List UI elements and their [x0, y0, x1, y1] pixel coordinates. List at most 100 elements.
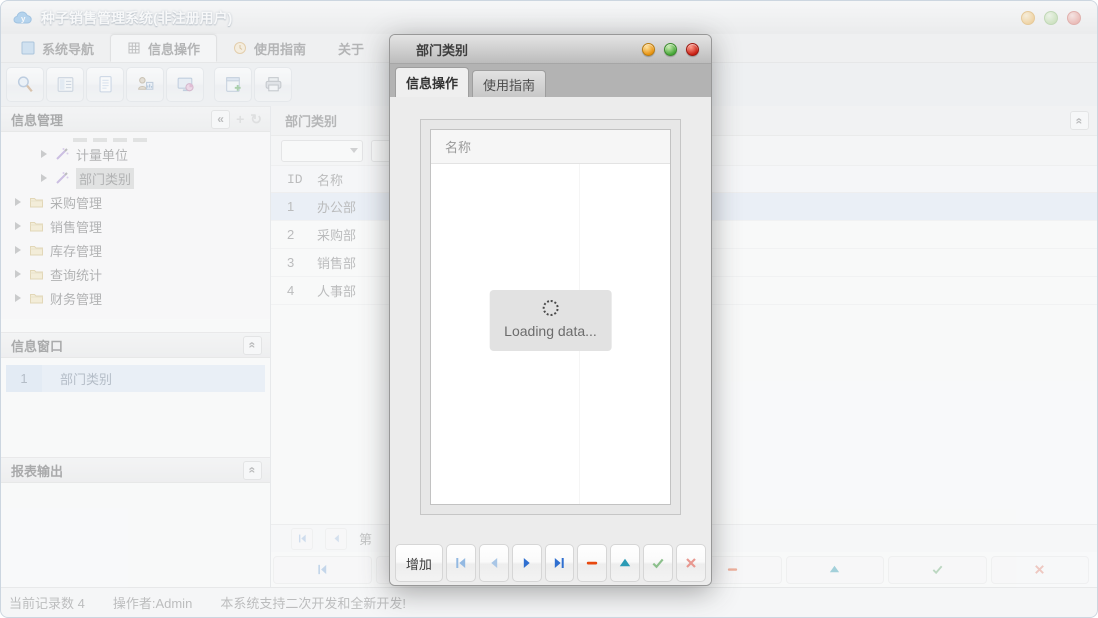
prev-page-icon	[487, 556, 501, 570]
dialog-table-header: 名称	[431, 130, 670, 164]
record-confirm-button[interactable]	[888, 556, 987, 584]
cell-name: 办公部	[317, 197, 356, 216]
content-title: 部门类别	[285, 111, 337, 130]
report-panel-title: 报表输出	[11, 461, 63, 480]
first-page-icon	[454, 556, 468, 570]
cell-name: 采购部	[317, 225, 356, 244]
report-panel-header: 报表输出 «	[1, 457, 270, 483]
prev-record-button[interactable]	[479, 544, 509, 582]
tree-item-label: 库存管理	[50, 241, 102, 260]
titlebar: y 种子销售管理系统(非注册用户)	[1, 1, 1097, 34]
window-item-number: 1	[6, 365, 42, 392]
dialog-title: 部门类别	[416, 40, 468, 59]
cell-id: 2	[271, 227, 317, 242]
refresh-icon[interactable]: ↻	[250, 111, 262, 128]
tree-item-stock[interactable]: 库存管理	[1, 238, 270, 262]
remove-record-button[interactable]	[577, 544, 607, 582]
tree-item-purchase[interactable]: 采购管理	[1, 190, 270, 214]
tree-item-label: 查询统计	[50, 265, 102, 284]
record-up-button[interactable]	[786, 556, 885, 584]
dialog-tab-usage-guide[interactable]: 使用指南	[472, 70, 546, 97]
info-panel-header: 信息管理 « + ↻	[1, 106, 270, 132]
dialog-tab-info-ops[interactable]: 信息操作	[395, 67, 469, 97]
search-button[interactable]	[6, 67, 44, 102]
user-report-button[interactable]	[126, 67, 164, 102]
tree-item-label: 财务管理	[50, 289, 102, 308]
chevron-down-icon	[350, 148, 358, 153]
tab-info-ops[interactable]: 信息操作	[110, 34, 217, 62]
tree-item-unit[interactable]: 计量单位	[1, 142, 270, 166]
collapse-content-button[interactable]: «	[1070, 111, 1089, 130]
page-first-button[interactable]	[291, 528, 313, 550]
dialog-body: 名称 Loading data...	[390, 97, 711, 539]
minimize-button[interactable]	[1021, 11, 1035, 25]
column-name: 名称	[317, 170, 343, 189]
filter-field-select[interactable]	[281, 140, 363, 162]
tree-item-finance[interactable]: 财务管理	[1, 286, 270, 310]
dialog-close-button[interactable]	[686, 43, 699, 56]
monitor-chart-button[interactable]	[166, 67, 204, 102]
close-button[interactable]	[1067, 11, 1081, 25]
expand-arrow-icon[interactable]	[41, 150, 47, 158]
prev-page-icon	[331, 533, 342, 544]
printer-icon	[263, 74, 284, 95]
wand-icon	[55, 171, 70, 185]
maximize-button[interactable]	[1044, 11, 1058, 25]
expand-arrow-icon[interactable]	[15, 198, 21, 206]
tab-about[interactable]: 关于	[322, 34, 380, 62]
sidebar: 信息管理 « + ↻ 计量单位 部门类别	[1, 106, 271, 587]
form-view-button[interactable]	[46, 67, 84, 102]
cancel-icon	[684, 556, 698, 570]
tree-item-sales[interactable]: 销售管理	[1, 214, 270, 238]
confirm-button[interactable]	[643, 544, 673, 582]
app-window: y 种子销售管理系统(非注册用户) 系统导航 信息操作 使用指南	[0, 0, 1098, 618]
last-record-button[interactable]	[545, 544, 575, 582]
tab-system-nav[interactable]: 系统导航	[5, 34, 110, 62]
expand-arrow-icon[interactable]	[41, 174, 47, 182]
page-prev-button[interactable]	[325, 528, 347, 550]
tree-item-query[interactable]: 查询统计	[1, 262, 270, 286]
loading-text: Loading data...	[504, 323, 597, 339]
collapse-report-button[interactable]: «	[243, 461, 262, 480]
add-button-label: 增加	[406, 554, 432, 573]
tab-usage-guide[interactable]: 使用指南	[217, 34, 322, 62]
collapse-sidebar-button[interactable]: «	[211, 110, 230, 129]
document-button[interactable]	[86, 67, 124, 102]
up-icon	[618, 556, 632, 570]
folder-icon	[29, 291, 44, 305]
list-item[interactable]: 1 部门类别	[6, 365, 265, 392]
expand-arrow-icon[interactable]	[15, 294, 21, 302]
svg-text:y: y	[21, 14, 26, 23]
move-up-button[interactable]	[610, 544, 640, 582]
next-record-button[interactable]	[512, 544, 542, 582]
dialog-column-name: 名称	[445, 137, 471, 156]
dialog-minimize-button[interactable]	[642, 43, 655, 56]
dialog-tabbar: 信息操作 使用指南	[390, 64, 711, 97]
expand-arrow-icon[interactable]	[15, 222, 21, 230]
tree-item-dept[interactable]: 部门类别	[1, 166, 270, 190]
expand-arrow-icon[interactable]	[15, 246, 21, 254]
add-button[interactable]: 增加	[395, 544, 443, 582]
cancel-button[interactable]	[676, 544, 706, 582]
info-panel-title: 信息管理	[11, 110, 63, 129]
app-logo-icon: y	[13, 10, 33, 26]
folder-icon	[29, 243, 44, 257]
window-add-icon	[223, 74, 244, 95]
tree-item-label: 计量单位	[76, 145, 128, 164]
dialog-maximize-button[interactable]	[664, 43, 677, 56]
window-add-button[interactable]	[214, 67, 252, 102]
printer-button[interactable]	[254, 67, 292, 102]
operator-text: 操作者:Admin	[113, 593, 192, 612]
form-view-icon	[55, 74, 76, 95]
windows-panel-title: 信息窗口	[11, 336, 63, 355]
expand-arrow-icon[interactable]	[15, 270, 21, 278]
nav-tree: 计量单位 部门类别 采购管理 销售管理	[1, 132, 270, 319]
collapse-windows-button[interactable]: «	[243, 336, 262, 355]
cell-id: 4	[271, 283, 317, 298]
add-node-icon[interactable]: +	[236, 111, 244, 127]
record-first-button[interactable]	[273, 556, 372, 584]
record-cancel-button[interactable]	[991, 556, 1090, 584]
first-record-button[interactable]	[446, 544, 476, 582]
tab-label: 使用指南	[254, 39, 306, 58]
tree-item-clipped	[73, 132, 270, 142]
